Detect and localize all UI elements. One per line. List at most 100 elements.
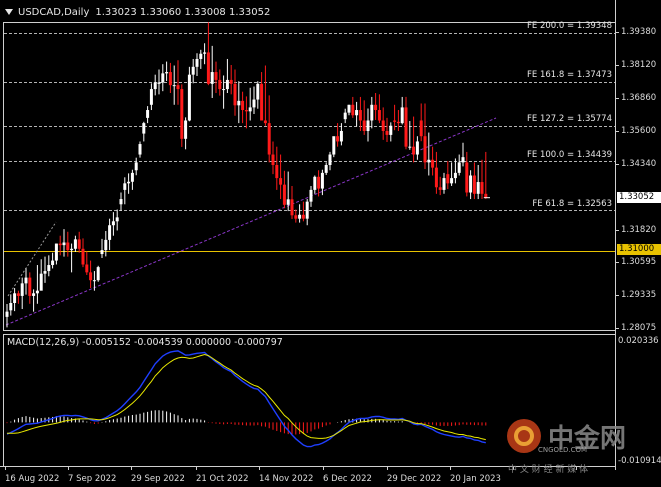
candle-body — [96, 267, 100, 281]
price-tick: 1.29335 — [621, 290, 657, 300]
candle-body — [442, 178, 446, 190]
price-tick: 1.30595 — [621, 257, 657, 267]
candle-body — [381, 120, 385, 131]
candle-body — [309, 189, 313, 202]
candle-body — [385, 130, 389, 135]
candle-body — [146, 110, 150, 118]
candle-body — [20, 283, 24, 296]
candle-body — [54, 243, 58, 261]
candle-body — [305, 201, 309, 219]
macd-top-value: 0.020336 — [618, 336, 659, 346]
candle-body — [362, 120, 366, 131]
candle-body — [461, 157, 465, 163]
ohlc-readout: 1.33023 1.33060 1.33008 1.33052 — [95, 6, 271, 18]
candle-body — [195, 58, 199, 67]
watermark-site: CNGOLD.COM — [538, 446, 588, 454]
chart-header[interactable]: USDCAD,Daily 1.33023 1.33060 1.33008 1.3… — [3, 5, 270, 19]
macd-label: MACD(12,26,9) -0.005152 -0.004539 0.0000… — [7, 337, 283, 348]
macd-lines — [6, 350, 486, 448]
candle-body — [282, 184, 286, 205]
candle-body — [347, 104, 351, 113]
candle-body — [404, 107, 408, 147]
candle-body — [134, 162, 138, 171]
candle-body — [203, 52, 207, 54]
signal-line — [7, 353, 486, 441]
candle-body — [123, 183, 127, 190]
fib-label-100: FE 100.0 = 1.34439 — [527, 150, 612, 160]
candle-body — [5, 311, 9, 317]
candle-body — [434, 167, 438, 188]
price-tick: 1.35600 — [621, 126, 657, 136]
candle-body — [157, 82, 161, 84]
candle-body — [450, 178, 454, 184]
candle-body — [389, 125, 393, 135]
date-label: 6 Dec 2022 — [323, 474, 372, 484]
candle-body — [241, 100, 245, 111]
candle-body — [267, 123, 271, 155]
price-tick: 1.31820 — [621, 225, 657, 235]
candle-body — [62, 242, 66, 246]
candle-body — [324, 165, 328, 173]
candle-body — [431, 159, 435, 168]
candle-body — [396, 121, 400, 124]
candle-body — [165, 72, 169, 74]
date-label: 14 Nov 2022 — [259, 474, 314, 484]
candle-body — [260, 83, 264, 121]
candle-body — [191, 66, 195, 75]
price-pane-border — [3, 22, 616, 331]
chart-menu-icon[interactable] — [5, 9, 13, 15]
candle-body — [199, 53, 203, 59]
candle-body — [446, 174, 450, 184]
current-price-badge: 1.33052 — [617, 192, 661, 203]
candle-body — [89, 272, 93, 281]
candle-body — [104, 239, 108, 251]
candle-body — [355, 110, 359, 116]
candle-body — [138, 144, 142, 155]
candle-body — [279, 178, 283, 185]
date-label: 21 Oct 2022 — [196, 474, 249, 484]
trendlines — [5, 117, 497, 326]
candle-body — [35, 290, 39, 294]
candle-body — [81, 248, 85, 265]
price-tick: 1.38120 — [621, 60, 657, 70]
candle-body — [423, 136, 427, 163]
candle-body — [153, 82, 157, 90]
candle-body — [400, 107, 404, 124]
candle-body — [476, 182, 480, 194]
candle-body — [142, 123, 146, 134]
candle-body — [222, 89, 226, 91]
candle-body — [271, 154, 275, 166]
candle-body — [332, 136, 336, 155]
candle-body — [286, 199, 290, 205]
candle-body — [149, 89, 153, 105]
candle-body — [419, 120, 423, 137]
candle-body — [358, 110, 362, 121]
candle-body — [225, 79, 229, 90]
price-tick: 1.36860 — [621, 93, 657, 103]
candle-body — [187, 74, 191, 121]
candle-body — [161, 73, 165, 83]
candle-body — [465, 162, 469, 193]
candle-body — [256, 83, 260, 100]
date-label: 29 Sep 2022 — [131, 474, 185, 484]
candle-body — [377, 110, 381, 121]
candle-body — [480, 182, 484, 194]
candle-body — [180, 89, 184, 139]
candle-body — [218, 79, 222, 90]
candle-body — [313, 176, 317, 190]
candle-body — [328, 154, 332, 166]
candle-body — [184, 120, 188, 139]
candle-body — [290, 199, 294, 216]
fib-label-127-2: FE 127.2 = 1.35774 — [527, 114, 612, 124]
candle-body — [210, 72, 214, 84]
candle-body — [469, 175, 473, 193]
candle-body — [24, 277, 28, 284]
candle-body — [111, 221, 115, 226]
candle-body — [108, 225, 112, 240]
candle-body — [47, 265, 51, 272]
candle-body — [472, 175, 476, 194]
candle-body — [415, 141, 419, 155]
candle-body — [298, 214, 302, 219]
fibonacci-lines — [4, 33, 615, 211]
candle-body — [336, 136, 340, 142]
